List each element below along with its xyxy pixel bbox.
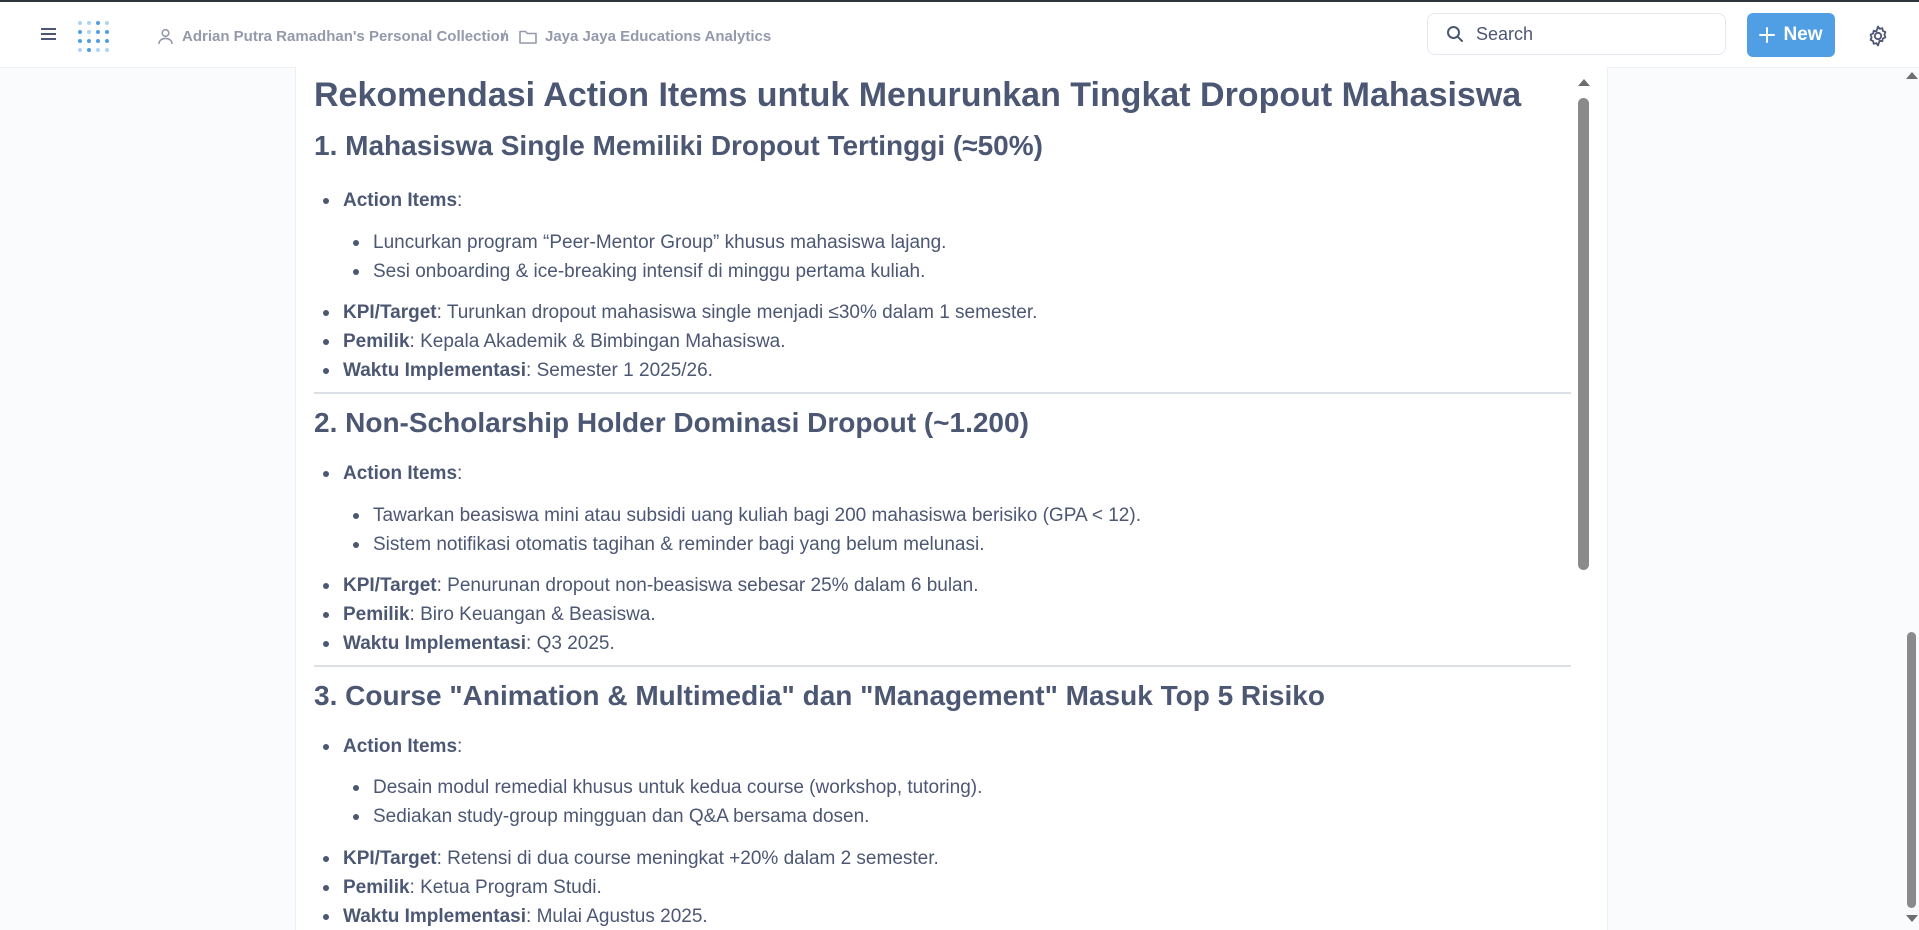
scroll-up-arrow-icon[interactable]	[1578, 79, 1590, 86]
section-title: 1. Mahasiswa Single Memiliki Dropout Ter…	[314, 130, 1043, 161]
list-item: Luncurkan program “Peer-Mentor Group” kh…	[352, 232, 947, 253]
breadcrumb-collection[interactable]: Adrian Putra Ramadhan's Personal Collect…	[157, 24, 509, 48]
section-title: 2. Non-Scholarship Holder Dominasi Dropo…	[314, 407, 1029, 438]
new-button[interactable]: New	[1747, 13, 1835, 57]
list-item: Waktu Implementasi: Semester 1 2025/26.	[323, 360, 713, 381]
list-item: Waktu Implementasi: Mulai Agustus 2025.	[323, 906, 708, 927]
list-item: Desain modul remedial khusus untuk kedua…	[352, 777, 983, 798]
page-scrollbar[interactable]	[1903, 67, 1919, 930]
list-item: Waktu Implementasi: Q3 2025.	[323, 633, 615, 654]
list-item: Pemilik: Biro Keuangan & Beasiswa.	[323, 604, 656, 625]
list-item: Action Items:	[322, 736, 463, 757]
list-item: Action Items:	[322, 190, 463, 211]
list-item: Pemilik: Ketua Program Studi.	[323, 877, 602, 898]
list-item: Sistem notifikasi otomatis tagihan & rem…	[352, 534, 985, 555]
list-item: Tawarkan beasiswa mini atau subsidi uang…	[353, 505, 1141, 526]
document-title: Rekomendasi Action Items untuk Menurunka…	[314, 76, 1522, 114]
list-item: Sesi onboarding & ice-breaking intensif …	[352, 261, 926, 282]
list-item: KPI/Target: Turunkan dropout mahasiswa s…	[322, 302, 1038, 323]
list-item: KPI/Target: Penurunan dropout non-beasis…	[322, 575, 979, 596]
search-box[interactable]	[1427, 13, 1726, 55]
list-item: KPI/Target: Retensi di dua course mening…	[323, 848, 939, 869]
scroll-down-arrow-icon[interactable]	[1906, 915, 1918, 922]
dashboard-text-card: Rekomendasi Action Items untuk Menurunka…	[295, 67, 1608, 930]
breadcrumb-separator: /	[502, 27, 507, 45]
person-icon	[158, 28, 173, 44]
scroll-up-arrow-icon[interactable]	[1906, 72, 1918, 79]
breadcrumb-folder[interactable]: Jaya Jaya Educations Analytics	[519, 24, 771, 48]
plus-icon	[1759, 27, 1776, 43]
breadcrumb-collection-label: Adrian Putra Ramadhan's Personal Collect…	[182, 27, 509, 45]
top-navigation-bar: Adrian Putra Ramadhan's Personal Collect…	[0, 2, 1919, 68]
divider	[314, 665, 1571, 667]
list-item: Action Items:	[322, 463, 463, 484]
breadcrumb-folder-label: Jaya Jaya Educations Analytics	[545, 27, 772, 45]
card-scrollbar-thumb[interactable]	[1578, 98, 1589, 570]
new-button-label: New	[1783, 24, 1823, 45]
folder-icon	[519, 30, 537, 44]
search-input[interactable]	[1476, 23, 1706, 45]
divider	[314, 392, 1571, 394]
list-item: Pemilik: Kepala Akademik & Bimbingan Mah…	[323, 331, 786, 352]
card-scrollbar[interactable]	[1574, 67, 1594, 930]
page-scrollbar-thumb[interactable]	[1907, 632, 1916, 908]
menu-icon[interactable]	[40, 26, 58, 42]
metabase-logo-icon[interactable]	[75, 18, 113, 54]
gear-icon[interactable]	[1866, 24, 1890, 48]
search-icon	[1447, 26, 1463, 42]
list-item: Sediakan study-group mingguan dan Q&A be…	[352, 806, 870, 827]
section-title: 3. Course "Animation & Multimedia" dan "…	[314, 680, 1325, 711]
